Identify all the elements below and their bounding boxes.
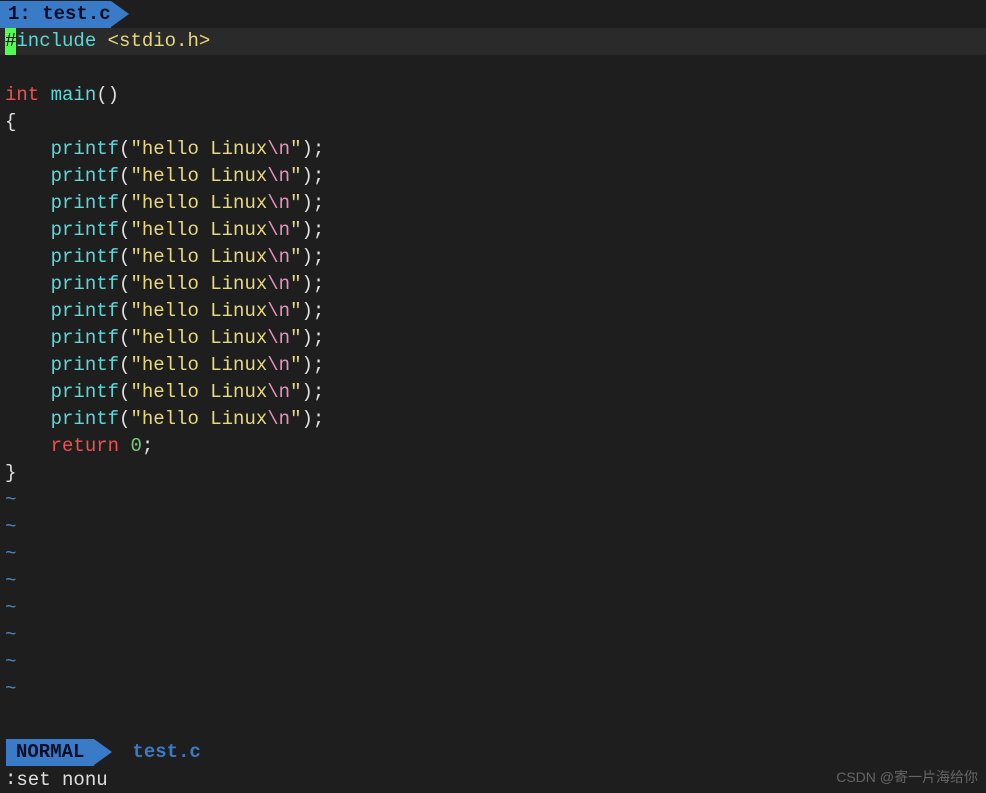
code-line-printf: printf("hello Linux\n");	[0, 136, 986, 163]
empty-line-tilde: ~	[0, 541, 986, 568]
code-line-blank	[0, 55, 986, 82]
code-line-printf: printf("hello Linux\n");	[0, 190, 986, 217]
code-line-printf: printf("hello Linux\n");	[0, 298, 986, 325]
empty-line-tilde: ~	[0, 514, 986, 541]
empty-line-tilde: ~	[0, 568, 986, 595]
empty-line-tilde: ~	[0, 622, 986, 649]
tab-bar: 1: test.c	[0, 0, 986, 28]
code-line-printf: printf("hello Linux\n");	[0, 406, 986, 433]
cursor: #	[5, 28, 16, 55]
printf-lines-container: printf("hello Linux\n"); printf("hello L…	[0, 136, 986, 433]
tab-label: 1: test.c	[8, 1, 111, 28]
editor-area[interactable]: #include <stdio.h> int main() { printf("…	[0, 28, 986, 703]
command-prefix: :	[5, 766, 16, 793]
code-line-brace-open: {	[0, 109, 986, 136]
watermark: CSDN @寄一片海给你	[836, 768, 978, 788]
code-line-main: int main()	[0, 82, 986, 109]
code-line-printf: printf("hello Linux\n");	[0, 271, 986, 298]
command-input[interactable]	[16, 769, 416, 791]
empty-line-tilde: ~	[0, 649, 986, 676]
empty-line-tilde: ~	[0, 676, 986, 703]
tilde-lines-container: ~~~~~~~~	[0, 487, 986, 703]
code-line-printf: printf("hello Linux\n");	[0, 352, 986, 379]
file-tab[interactable]: 1: test.c	[0, 1, 111, 28]
empty-line-tilde: ~	[0, 487, 986, 514]
mode-indicator: NORMAL	[6, 739, 94, 766]
status-filename: test.c	[132, 739, 200, 766]
code-line-include: #include <stdio.h>	[0, 28, 986, 55]
code-line-printf: printf("hello Linux\n");	[0, 325, 986, 352]
code-line-printf: printf("hello Linux\n");	[0, 244, 986, 271]
code-line-printf: printf("hello Linux\n");	[0, 217, 986, 244]
code-line-return: return 0;	[0, 433, 986, 460]
code-line-printf: printf("hello Linux\n");	[0, 163, 986, 190]
empty-line-tilde: ~	[0, 595, 986, 622]
code-line-brace-close: }	[0, 460, 986, 487]
status-line: NORMAL test.c	[0, 739, 986, 766]
code-line-printf: printf("hello Linux\n");	[0, 379, 986, 406]
